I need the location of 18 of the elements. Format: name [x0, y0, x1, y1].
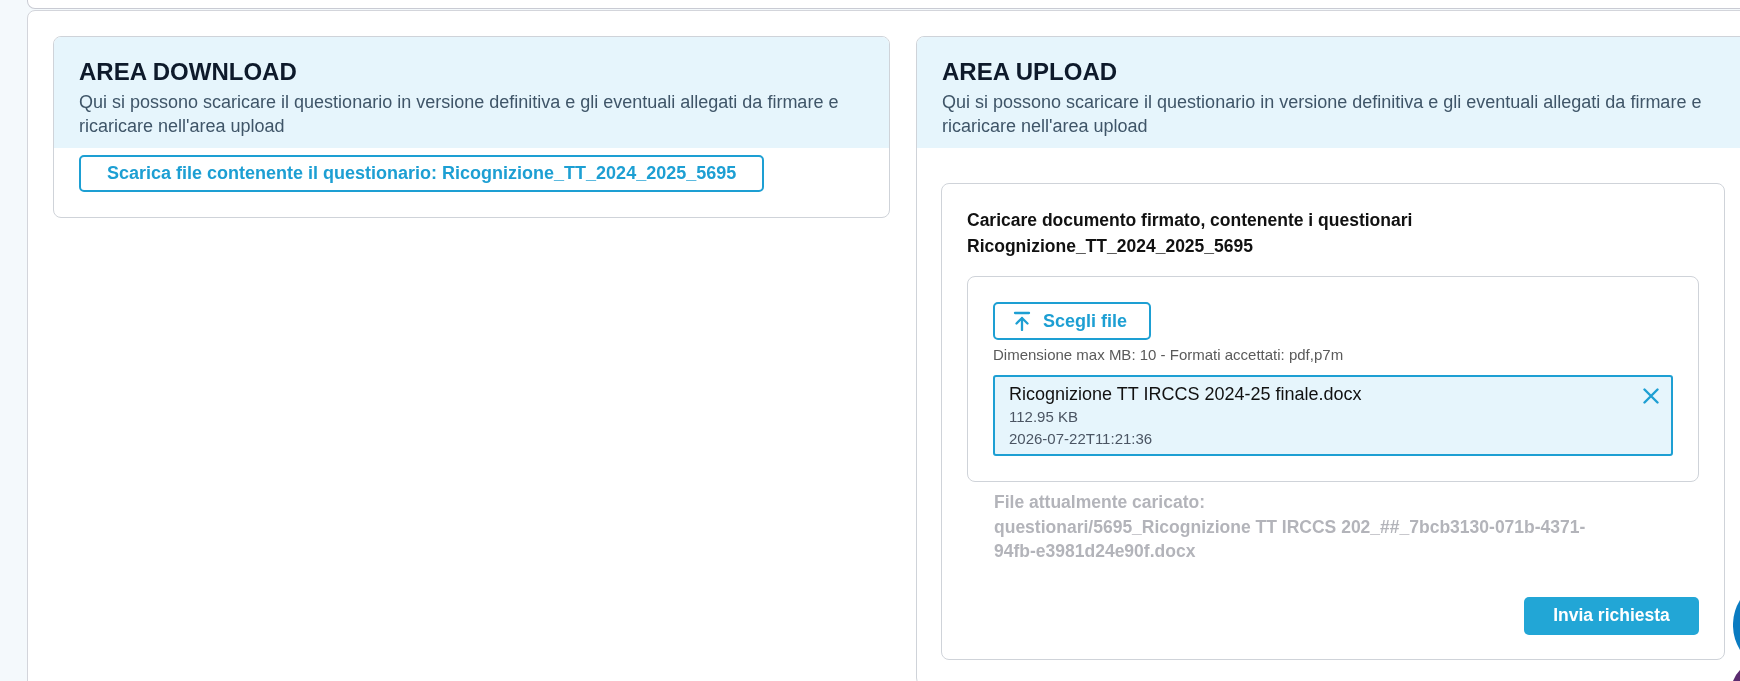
download-file-button[interactable]: Scarica file contenente il questionario: Ricognizione_TT_2024_2025_5695 [79, 155, 765, 192]
file-size: 112.95 KB [1009, 407, 1079, 427]
upload-instructions: Caricare documento firmato, contenente i questionari Ricognizione_TT_2024_2025_5695 [967, 209, 1414, 258]
file-date: 2026-07-22T11:21:36 [1009, 429, 1154, 449]
panel-description: Qui si possono scaricare il questionario in versione definitiva e gli eventuali allegati da firmare e ricaricare nell'area upload [942, 91, 1703, 138]
file-name: Ricognizione TT IRCCS 2024-25 finale.docx [1009, 383, 1362, 406]
floating-button[interactable] [1733, 670, 1740, 681]
upload-arrow-icon [1013, 311, 1031, 331]
choose-file-button[interactable]: Scegli file [993, 302, 1152, 340]
panel-description: Qui si possono scaricare il questionario in versione definitiva e gli eventuali allegati da firmare e ricaricare nell'area upload [79, 91, 840, 138]
panel-title: AREA DOWNLOAD [79, 57, 298, 87]
floating-button[interactable] [1733, 600, 1740, 650]
current-file-label: File attualmente caricato: [994, 491, 1207, 514]
panel-title: AREA UPLOAD [942, 57, 1119, 87]
close-icon[interactable] [1643, 388, 1659, 404]
file-size-hint: Dimensione max MB: 10 - Formati accettati: pdf,p7m [993, 345, 1345, 365]
submit-button[interactable]: Invia richiesta [1524, 596, 1699, 635]
current-file-path: questionari/5695_Ricognizione TT IRCCS 202_##_7bcb3130-071b-4371-94fb-e3981d24e90f.docx [994, 515, 1587, 563]
